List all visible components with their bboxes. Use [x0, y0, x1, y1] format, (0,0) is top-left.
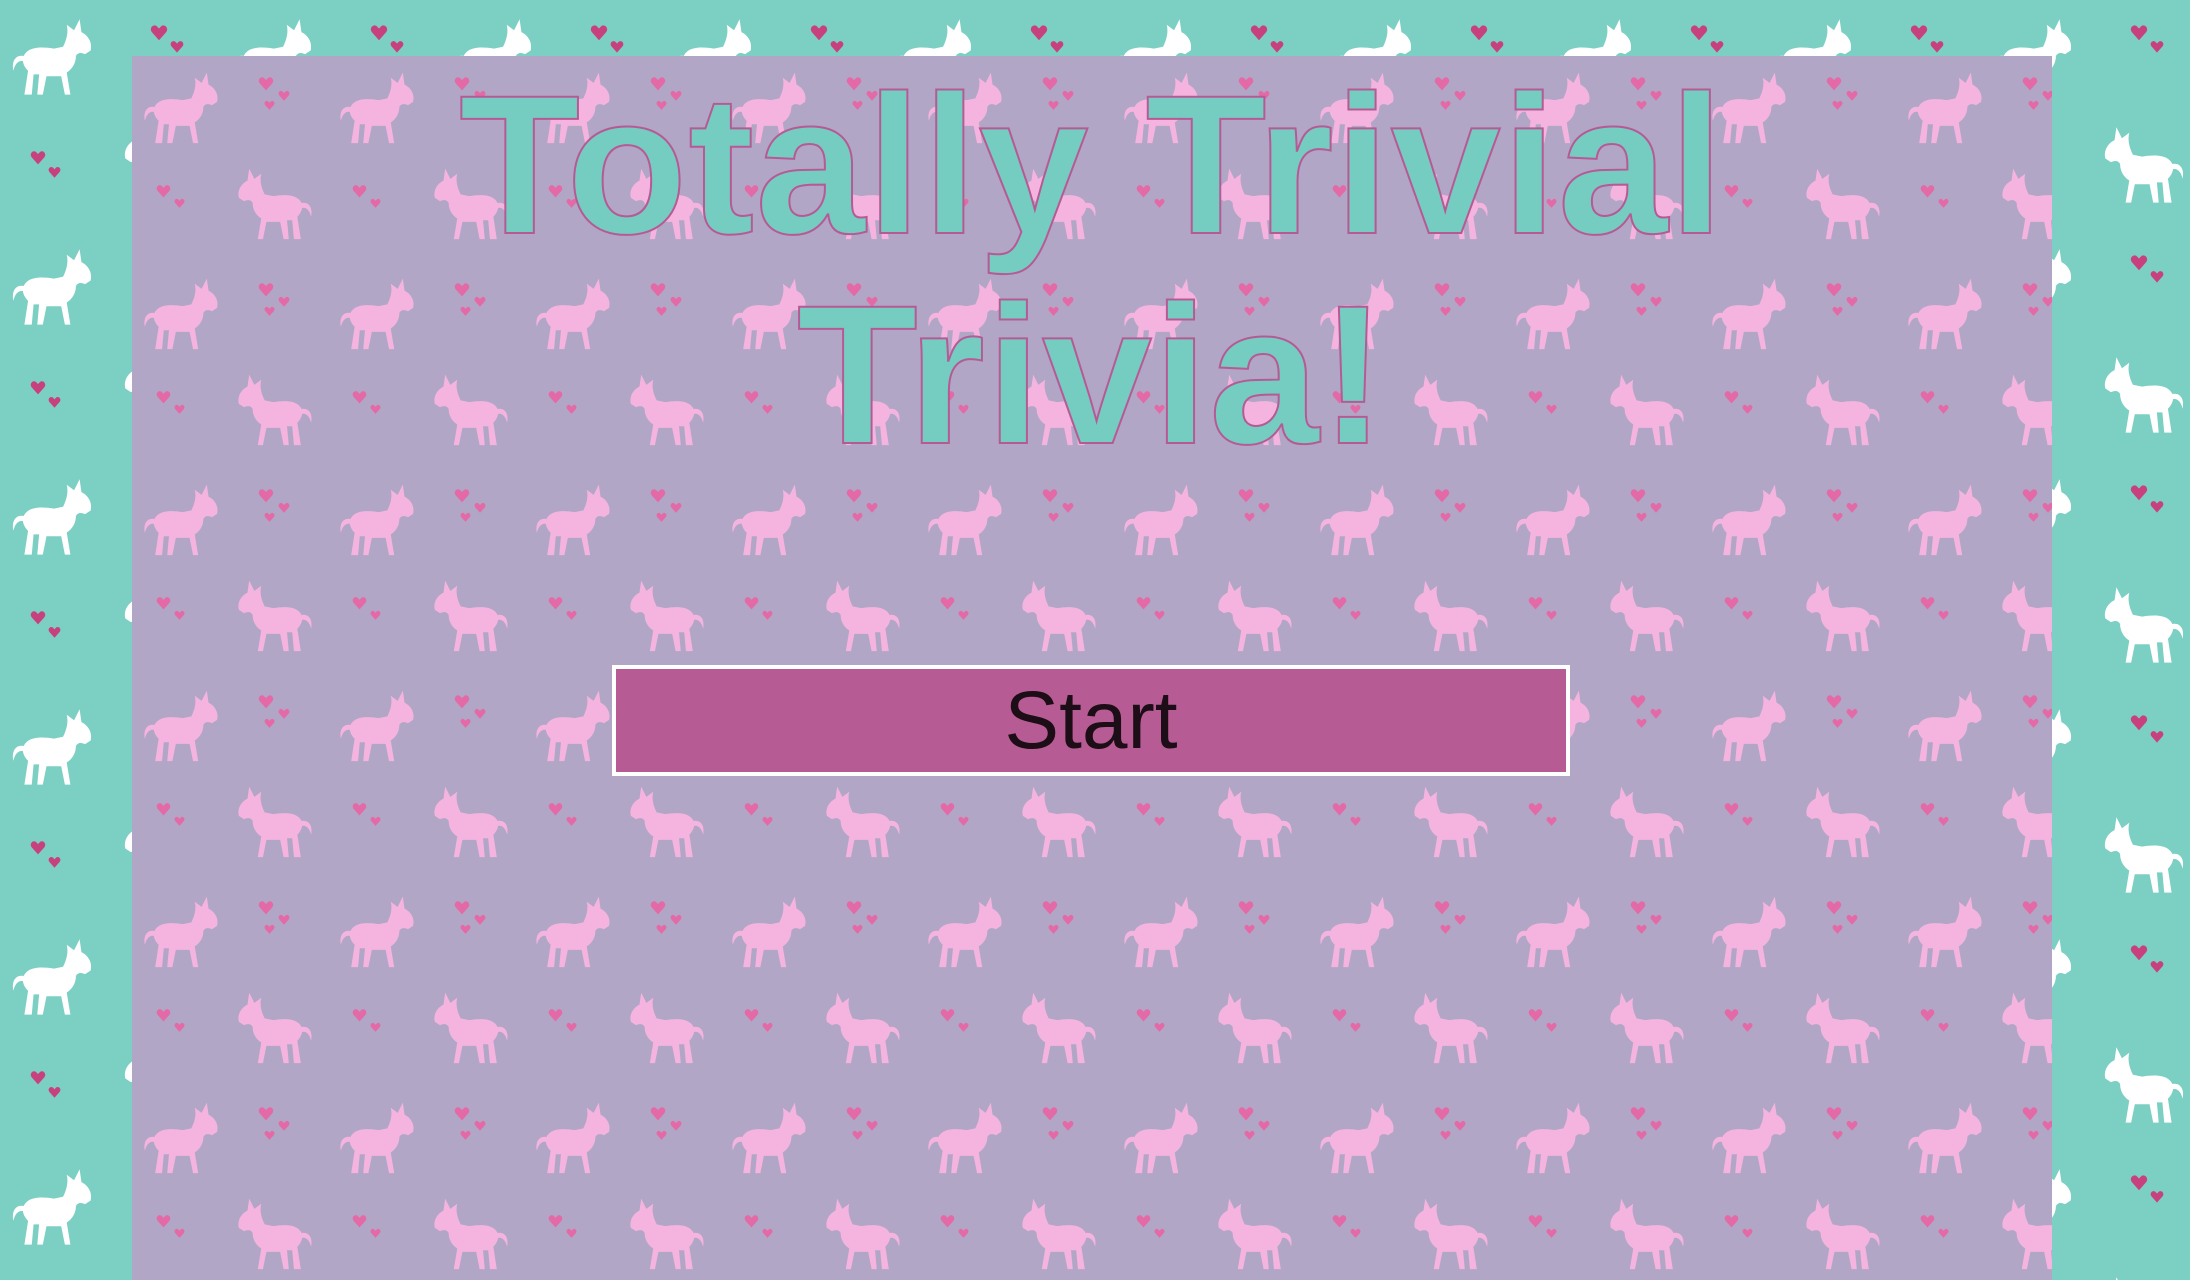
page-title-line-1: Totally Trivial [458, 54, 1725, 275]
page-title-line-2: Trivia! [796, 264, 1388, 485]
page-title: Totally Trivial Trivia! [132, 59, 2052, 481]
start-button[interactable]: Start [612, 665, 1570, 776]
